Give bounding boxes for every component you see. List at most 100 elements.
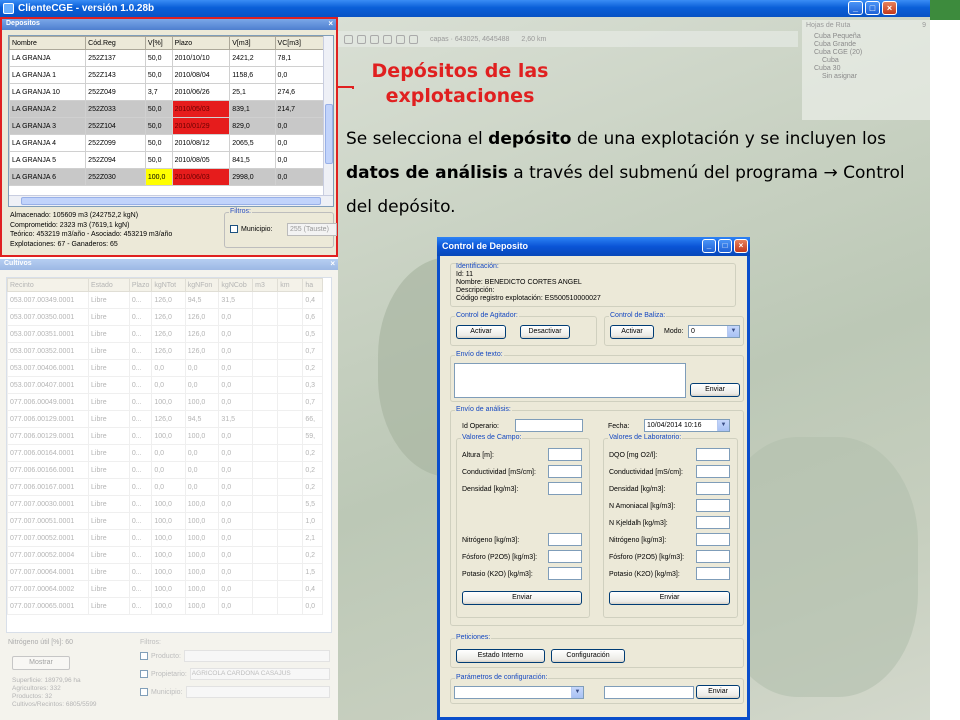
texto-enviar-button[interactable]: Enviar — [690, 383, 740, 397]
close-icon[interactable]: × — [330, 259, 335, 268]
chevron-down-icon[interactable]: ▼ — [727, 326, 739, 337]
column-header[interactable]: Estado — [88, 278, 130, 292]
producto-select[interactable] — [183, 650, 330, 662]
zoom-extent-icon[interactable] — [396, 34, 405, 44]
modo-select[interactable]: 0 ▼ — [688, 325, 740, 338]
column-header[interactable]: kgNCob — [218, 278, 254, 292]
ruta-item[interactable]: Cuba Grande — [814, 41, 926, 48]
agitador-activar-button[interactable]: Activar — [456, 325, 506, 339]
column-header[interactable]: kgNFon — [184, 278, 220, 292]
vertical-scrollbar[interactable] — [323, 36, 333, 196]
table-row[interactable]: 053.007.00352.0001 Libre 0... 126,0 126,0 0,0… — [7, 342, 323, 360]
conductividad-campo-input[interactable] — [548, 465, 582, 478]
chevron-down-icon[interactable]: ▼ — [717, 420, 729, 431]
close-icon[interactable]: × — [328, 19, 333, 28]
ruta-item[interactable]: Cuba — [822, 57, 926, 64]
table-row[interactable]: 077.006.00049.0001 Libre 0... 100,0 100,0 0,0… — [7, 393, 323, 411]
altura-input[interactable] — [548, 448, 582, 461]
hand-icon[interactable] — [357, 34, 366, 44]
ruta-item[interactable]: Cuba CGE (20) — [814, 49, 926, 56]
nitrogeno-campo-input[interactable] — [548, 533, 582, 546]
table-row[interactable]: LA GRANJA 5 252Z094 50,0 2010/08/05 841,5 0,0 — [9, 151, 326, 169]
municipio-checkbox[interactable] — [140, 688, 148, 696]
potasio-campo-input[interactable] — [548, 567, 582, 580]
zoom-out-icon[interactable] — [383, 34, 392, 44]
close-button[interactable]: × — [734, 239, 748, 253]
table-row[interactable]: LA GRANJA 6 252Z030 100,0 2010/06/03 2998,0 0… — [9, 168, 326, 186]
table-row[interactable]: 077.006.00129.0001 Libre 0... 100,0 100,0 0,0… — [7, 427, 323, 445]
table-row[interactable]: 077.006.00164.0001 Libre 0... 0,0 0,0 0,0 0,2 — [7, 444, 323, 462]
n-kjeldalh-input[interactable] — [696, 516, 730, 529]
nitrogeno-lab-input[interactable] — [696, 533, 730, 546]
layers-icon[interactable] — [409, 34, 418, 44]
estado-interno-button[interactable]: Estado Interno — [456, 649, 545, 663]
column-header[interactable]: V[m3] — [229, 36, 276, 50]
table-row[interactable]: 077.006.00166.0001 Libre 0... 0,0 0,0 0,0 0,2 — [7, 461, 323, 479]
column-header[interactable]: VC[m3] — [274, 36, 326, 50]
column-header[interactable]: Plazo — [128, 278, 153, 292]
table-row[interactable]: 053.007.00406.0001 Libre 0... 0,0 0,0 0,0 0,2 — [7, 359, 323, 377]
laboratorio-enviar-button[interactable]: Enviar — [609, 591, 730, 605]
maximize-button[interactable]: □ — [718, 239, 732, 253]
n-amoniacal-input[interactable] — [696, 499, 730, 512]
table-row[interactable]: LA GRANJA 4 252Z099 50,0 2010/08/12 2065,5 0,… — [9, 134, 326, 152]
densidad-campo-input[interactable] — [548, 482, 582, 495]
id-operario-input[interactable] — [515, 419, 583, 432]
ruta-item[interactable]: Sin asignar — [822, 73, 926, 80]
horizontal-scrollbar[interactable] — [9, 195, 333, 206]
table-row[interactable]: LA GRANJA 1 252Z143 50,0 2010/08/04 1158,6 0,… — [9, 66, 326, 84]
table-row[interactable]: 053.007.00349.0001 Libre 0... 126,0 94,5 31,5… — [7, 291, 323, 309]
table-row[interactable]: 077.007.00065.0001 Libre 0... 100,0 100,0 0,0… — [7, 597, 323, 615]
densidad-lab-input[interactable] — [696, 482, 730, 495]
municipio-field[interactable]: 255 (Tauste) — [287, 223, 337, 236]
table-row[interactable]: 077.007.00051.0001 Libre 0... 100,0 100,0 0,0… — [7, 512, 323, 530]
column-header[interactable]: m3 — [252, 278, 279, 292]
column-header[interactable]: km — [277, 278, 304, 292]
pan-icon[interactable] — [344, 34, 353, 44]
column-header[interactable]: Plazo — [171, 36, 231, 50]
texto-input[interactable] — [454, 363, 686, 398]
ruta-item[interactable]: Cuba Pequeña — [814, 33, 926, 40]
fecha-picker[interactable]: 10/04/2014 10:16 ▼ — [644, 419, 730, 432]
column-header[interactable]: Nombre — [9, 36, 87, 50]
campo-enviar-button[interactable]: Enviar — [462, 591, 582, 605]
nitrogeno-select[interactable]: 60 — [65, 639, 73, 646]
column-header[interactable]: kgNTot — [151, 278, 186, 292]
producto-checkbox[interactable] — [140, 652, 148, 660]
fosforo-lab-input[interactable] — [696, 550, 730, 563]
table-row[interactable]: LA GRANJA 2 252Z033 50,0 2010/05/03 839,1 214… — [9, 100, 326, 118]
table-row[interactable]: 077.007.00064.0001 Libre 0... 100,0 100,0 0,0… — [7, 563, 323, 581]
mostrar-button[interactable]: Mostrar — [12, 656, 70, 670]
parametro-value-input[interactable] — [604, 686, 694, 699]
configuracion-button[interactable]: Configuración — [551, 649, 625, 663]
table-row[interactable]: 053.007.00350.0001 Libre 0... 126,0 126,0 0,0… — [7, 308, 323, 326]
baliza-activar-button[interactable]: Activar — [610, 325, 654, 339]
parametro-select[interactable]: ▼ — [454, 686, 584, 699]
table-row[interactable]: 077.007.00030.0001 Libre 0... 100,0 100,0 0,0… — [7, 495, 323, 513]
table-row[interactable]: 077.007.00064.0002 Libre 0... 100,0 100,0 0,0… — [7, 580, 323, 598]
column-header[interactable]: V[%] — [144, 36, 173, 50]
municipio-checkbox[interactable] — [230, 225, 238, 233]
table-row[interactable]: 077.006.00129.0001 Libre 0... 126,0 94,5 31,5… — [7, 410, 323, 428]
table-row[interactable]: LA GRANJA 3 252Z104 50,0 2010/01/29 829,0 0,0 — [9, 117, 326, 135]
zoom-in-icon[interactable] — [370, 34, 379, 44]
column-header[interactable]: Recinto — [7, 278, 90, 292]
municipio-select[interactable] — [185, 686, 330, 698]
fosforo-campo-input[interactable] — [548, 550, 582, 563]
potasio-lab-input[interactable] — [696, 567, 730, 580]
conductividad-lab-input[interactable] — [696, 465, 730, 478]
scroll-thumb[interactable] — [21, 197, 321, 205]
minimize-button[interactable]: _ — [848, 1, 863, 15]
table-row[interactable]: 053.007.00351.0001 Libre 0... 126,0 126,0 0,0… — [7, 325, 323, 343]
propietario-select[interactable]: AGRICOLA CARDONA CASAJUS — [189, 668, 330, 680]
agitador-desactivar-button[interactable]: Desactivar — [520, 325, 570, 339]
table-row[interactable]: 053.007.00407.0001 Libre 0... 0,0 0,0 0,0 0,3 — [7, 376, 323, 394]
maximize-button[interactable]: □ — [865, 1, 880, 15]
column-header[interactable]: ha — [302, 278, 323, 292]
ruta-item[interactable]: Cuba 30 — [814, 65, 926, 72]
propietario-checkbox[interactable] — [140, 670, 148, 678]
column-header[interactable]: Cód.Reg — [85, 36, 146, 50]
dqo-input[interactable] — [696, 448, 730, 461]
table-row[interactable]: 077.007.00052.0004 Libre 0... 100,0 100,0 0,0… — [7, 546, 323, 564]
scroll-thumb[interactable] — [325, 104, 333, 164]
